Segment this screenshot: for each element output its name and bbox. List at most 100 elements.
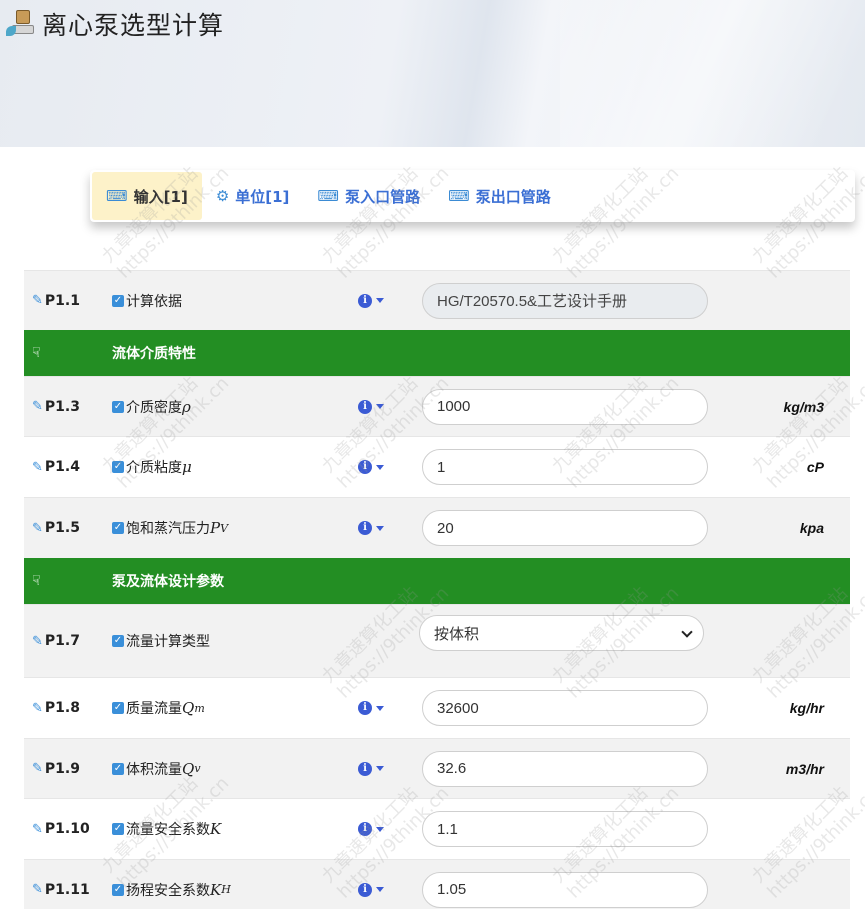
tab-pump-outlet-piping[interactable]: ⌨ 泵出口管路 bbox=[434, 172, 565, 220]
caret-down-icon bbox=[376, 404, 384, 409]
info-icon: i bbox=[358, 822, 372, 836]
unit-label: kpa bbox=[799, 520, 824, 536]
param-row-p1-1: ✎ P1.1 ✓ 计算依据 i HG/T20570.5&工艺设计手册 bbox=[24, 270, 850, 330]
keyboard-icon: ⌨ bbox=[448, 187, 470, 205]
unit-label: kg/hr bbox=[789, 700, 824, 716]
info-icon: i bbox=[358, 701, 372, 715]
header-sheen bbox=[560, 0, 865, 147]
keyboard-icon: ⌨ bbox=[106, 187, 128, 205]
info-dropdown[interactable]: i bbox=[358, 293, 384, 308]
checkbox-icon[interactable]: ✓ bbox=[112, 461, 124, 473]
caret-down-icon bbox=[376, 766, 384, 771]
checkbox-icon[interactable]: ✓ bbox=[112, 883, 124, 896]
edit-icon[interactable]: ✎ bbox=[32, 521, 43, 536]
checkbox-icon[interactable]: ✓ bbox=[112, 702, 124, 714]
checkbox-icon[interactable]: ✓ bbox=[112, 635, 124, 647]
flow-type-select[interactable]: 按体积 bbox=[419, 615, 704, 651]
param-label: ✓ 扬程安全系数 K H bbox=[112, 880, 231, 899]
param-label: ✓ 体积流量 Qv bbox=[112, 759, 201, 778]
chevron-down-icon bbox=[681, 626, 693, 638]
param-row-p1-3: ✎ P1.3 ✓ 介质密度 ρ i 1000 kg/m3 bbox=[24, 376, 850, 436]
mass-flow-input[interactable]: 32600 bbox=[422, 690, 708, 726]
parameter-table: ✎ P1.1 ✓ 计算依据 i HG/T20570.5&工艺设计手册 ☟ 流体介质特… bbox=[24, 270, 850, 909]
param-id: ✎ P1.1 bbox=[32, 292, 80, 309]
param-row-p1-7: ✎ P1.7 ✓ 流量计算类型 按体积 bbox=[24, 604, 850, 677]
param-id: ✎ P1.8 bbox=[32, 700, 80, 716]
tab-pump-inlet-piping[interactable]: ⌨ 泵入口管路 bbox=[303, 172, 434, 220]
info-icon: i bbox=[358, 882, 372, 897]
info-dropdown[interactable]: i bbox=[358, 882, 384, 897]
info-dropdown[interactable]: i bbox=[358, 701, 384, 715]
section-fluid-properties: ☟ 流体介质特性 bbox=[24, 330, 850, 376]
tab-bar: ⌨ 输入[1] ⚙ 单位[1] ⌨ 泵入口管路 ⌨ 泵出口管路 bbox=[90, 170, 855, 222]
tab-label: 泵出口管路 bbox=[475, 187, 551, 206]
tab-units[interactable]: ⚙ 单位[1] bbox=[202, 172, 304, 220]
param-row-p1-8: ✎ P1.8 ✓ 质量流量 Qm i 32600 kg/hr bbox=[24, 677, 850, 738]
param-row-p1-9: ✎ P1.9 ✓ 体积流量 Qv i 32.6 m3/hr bbox=[24, 738, 850, 798]
info-icon: i bbox=[358, 761, 372, 776]
param-id: ✎ P1.4 bbox=[32, 459, 80, 475]
info-dropdown[interactable]: i bbox=[358, 460, 384, 474]
head-safety-factor-input[interactable]: 1.05 bbox=[422, 871, 708, 908]
flow-safety-factor-input[interactable]: 1.1 bbox=[422, 811, 708, 847]
checkbox-icon[interactable]: ✓ bbox=[112, 823, 124, 835]
info-icon: i bbox=[358, 521, 372, 535]
caret-down-icon bbox=[376, 298, 384, 303]
edit-icon[interactable]: ✎ bbox=[32, 399, 43, 414]
param-row-p1-5: ✎ P1.5 ✓ 饱和蒸汽压力 P V i 20 kpa bbox=[24, 497, 850, 558]
edit-icon[interactable]: ✎ bbox=[32, 701, 43, 716]
info-dropdown[interactable]: i bbox=[358, 761, 384, 776]
param-label: ✓ 流量计算类型 bbox=[112, 634, 210, 650]
edit-icon[interactable]: ✎ bbox=[32, 822, 43, 837]
tab-input[interactable]: ⌨ 输入[1] bbox=[92, 172, 202, 220]
select-value: 按体积 bbox=[434, 625, 480, 643]
param-row-p1-10: ✎ P1.10 ✓ 流量安全系数 K i 1.1 bbox=[24, 798, 850, 859]
info-dropdown[interactable]: i bbox=[358, 521, 384, 535]
unit-label: cP bbox=[806, 459, 824, 475]
caret-down-icon bbox=[376, 887, 384, 892]
info-icon: i bbox=[358, 293, 372, 308]
vapor-pressure-input[interactable]: 20 bbox=[422, 510, 708, 546]
edit-icon[interactable]: ✎ bbox=[32, 293, 43, 308]
param-row-p1-4: ✎ P1.4 ✓ 介质粘度 μ i 1 cP bbox=[24, 436, 850, 497]
gears-icon: ⚙ bbox=[215, 187, 230, 205]
checkbox-icon[interactable]: ✓ bbox=[112, 522, 124, 534]
param-label: ✓ 计算依据 bbox=[112, 293, 182, 310]
page-header: 离心泵选型计算 bbox=[0, 0, 865, 147]
edit-icon[interactable]: ✎ bbox=[32, 761, 43, 776]
param-id: ✎ P1.10 bbox=[32, 821, 90, 837]
param-id: ✎ P1.3 bbox=[32, 398, 80, 415]
info-dropdown[interactable]: i bbox=[358, 399, 384, 414]
info-icon: i bbox=[358, 399, 372, 414]
info-dropdown[interactable]: i bbox=[358, 822, 384, 836]
checkbox-icon[interactable]: ✓ bbox=[112, 400, 124, 413]
viscosity-input[interactable]: 1 bbox=[422, 449, 708, 485]
caret-down-icon bbox=[376, 464, 384, 470]
caret-down-icon bbox=[376, 525, 384, 531]
unit-label: m3/hr bbox=[785, 760, 824, 777]
keyboard-icon: ⌨ bbox=[317, 187, 340, 205]
title-bar: 离心泵选型计算 bbox=[6, 6, 224, 42]
param-label: ✓ 质量流量 Qm bbox=[112, 699, 205, 717]
caret-down-icon bbox=[376, 705, 384, 711]
tab-label: 泵入口管路 bbox=[345, 187, 421, 206]
volume-flow-input[interactable]: 32.6 bbox=[422, 750, 708, 787]
edit-icon[interactable]: ✎ bbox=[32, 634, 43, 649]
param-id: ✎ P1.11 bbox=[32, 881, 90, 898]
caret-down-icon bbox=[376, 826, 384, 832]
section-title: 泵及流体设计参数 bbox=[112, 574, 224, 590]
section-pump-design-params: ☟ 泵及流体设计参数 bbox=[24, 558, 850, 604]
checkbox-icon[interactable]: ✓ bbox=[112, 762, 124, 775]
param-label: ✓ 流量安全系数 K bbox=[112, 820, 222, 838]
edit-icon[interactable]: ✎ bbox=[32, 882, 43, 897]
page-title: 离心泵选型计算 bbox=[42, 11, 225, 40]
density-input[interactable]: 1000 bbox=[422, 388, 708, 425]
edit-icon[interactable]: ✎ bbox=[32, 460, 43, 475]
hand-point-icon: ☟ bbox=[32, 345, 41, 361]
param-label: ✓ 介质密度 ρ bbox=[112, 397, 191, 416]
section-title: 流体介质特性 bbox=[112, 346, 196, 362]
hand-point-icon: ☟ bbox=[32, 573, 41, 589]
checkbox-icon[interactable]: ✓ bbox=[112, 294, 124, 307]
param-label: ✓ 介质粘度 μ bbox=[112, 458, 192, 476]
tab-label: 单位[1] bbox=[235, 187, 290, 206]
